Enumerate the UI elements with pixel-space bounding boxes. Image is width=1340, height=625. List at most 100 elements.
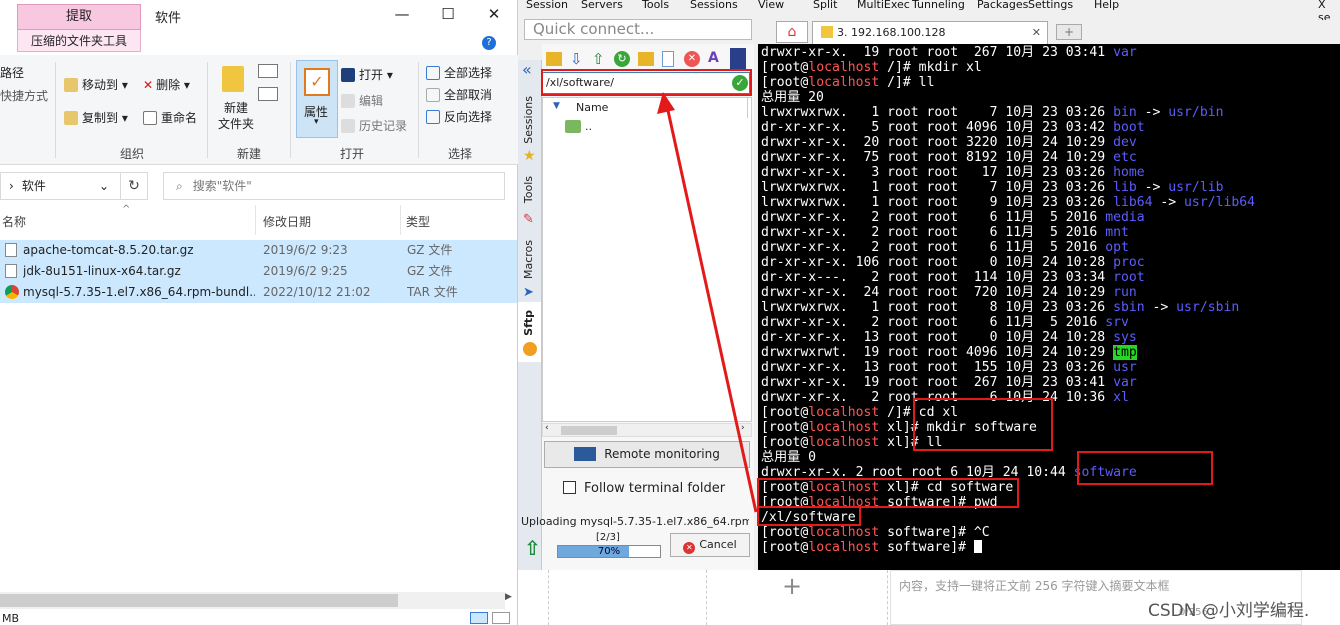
tab-sftp[interactable]: Sftp: [522, 310, 535, 336]
minimize-button[interactable]: —: [380, 2, 424, 26]
column-modified[interactable]: 修改日期: [263, 213, 311, 230]
rename-sftp-icon[interactable]: A: [708, 50, 719, 66]
file-row[interactable]: apache-tomcat-8.5.20.tar.gz 2019/6/2 9:23…: [0, 240, 517, 261]
home-tab[interactable]: ⌂: [776, 21, 808, 43]
terminal-text: lib64: [1113, 195, 1153, 210]
menu-tunneling[interactable]: Tunneling: [912, 0, 965, 11]
new-file-icon[interactable]: [662, 51, 674, 67]
cancel-upload-button[interactable]: ✕ Cancel: [670, 533, 750, 557]
refresh-button[interactable]: ↻: [120, 172, 148, 200]
sftp-column-name[interactable]: Name: [576, 101, 608, 114]
chevron-down-icon[interactable]: ⌄: [99, 173, 109, 199]
delete-button[interactable]: ✕ 删除 ▾: [143, 76, 190, 93]
menu-split[interactable]: Split: [813, 0, 837, 11]
menu-packages[interactable]: Packages: [977, 0, 1028, 11]
rename-button[interactable]: 重命名: [143, 109, 197, 126]
menu-tools[interactable]: Tools: [642, 0, 669, 11]
scroll-left-icon[interactable]: ‹: [545, 423, 549, 433]
new-item-icon[interactable]: [258, 64, 278, 78]
archive-file-icon: [5, 264, 17, 278]
ssh-icon: [821, 26, 833, 38]
menu-servers[interactable]: Servers: [581, 0, 623, 11]
sftp-scroll-thumb[interactable]: [561, 426, 617, 435]
easy-access-icon[interactable]: [258, 87, 278, 101]
summary-hint: 内容，支持一键将正文前 256 字符键入摘要文本框: [899, 579, 1170, 593]
menu-session[interactable]: Session: [526, 0, 568, 11]
delete-icon: ✕: [143, 78, 154, 92]
terminal-text: [root@: [761, 405, 809, 420]
select-all-button[interactable]: 全部选择: [426, 64, 492, 81]
add-image-box[interactable]: +: [706, 570, 888, 625]
move-to-button[interactable]: 移动到 ▾: [64, 76, 128, 93]
tab-extract[interactable]: 提取: [17, 4, 141, 30]
details-view-icon[interactable]: [470, 612, 488, 624]
maximize-button[interactable]: ☐: [426, 2, 470, 26]
file-row[interactable]: mysql-5.7.35-1.el7.x86_64.rpm-bundl... 20…: [0, 282, 517, 303]
edit-button[interactable]: 编辑: [341, 92, 383, 109]
history-button[interactable]: 历史记录: [341, 117, 407, 134]
remote-monitoring-button[interactable]: Remote monitoring: [544, 441, 750, 468]
parent-dir-entry[interactable]: ..: [585, 120, 592, 133]
new-tab-button[interactable]: +: [1056, 24, 1082, 40]
window-title: 软件: [155, 11, 182, 26]
highlight-box-software: [1077, 451, 1213, 485]
parent-folder-icon[interactable]: [546, 52, 562, 66]
cancel-label: Cancel: [699, 538, 737, 551]
select-none-label: 全部取消: [444, 88, 493, 102]
progress-label: 70%: [597, 546, 621, 557]
scrollbar-thumb[interactable]: [0, 594, 398, 607]
help-icon[interactable]: ?: [482, 36, 496, 50]
new-folder-button[interactable]: 新建 文件夹: [218, 100, 254, 132]
ribbon-path[interactable]: 路径: [0, 64, 24, 81]
download-icon[interactable]: ⇩: [570, 50, 583, 68]
delete-sftp-icon[interactable]: ✕: [684, 51, 700, 67]
copy-to-button[interactable]: 复制到 ▾: [64, 109, 128, 126]
terminal-line: [root@localhost software]#: [761, 540, 982, 555]
terminal-text: tmp: [1113, 345, 1137, 360]
new-folder-sftp-icon[interactable]: [638, 52, 654, 66]
collapse-icon[interactable]: «: [522, 60, 532, 79]
tiles-view-icon[interactable]: [492, 612, 510, 624]
open-icon: [341, 68, 355, 82]
search-input[interactable]: ⌕ 搜索"软件": [163, 172, 505, 200]
sftp-file-list: ▼ Name ..: [542, 97, 752, 422]
scroll-right-icon[interactable]: ▶: [505, 592, 512, 602]
checkbox-icon[interactable]: [563, 481, 576, 494]
close-tab-icon[interactable]: ✕: [1032, 22, 1041, 43]
menu-help[interactable]: Help: [1094, 0, 1119, 11]
properties-button[interactable]: ✓ 属性 ▾: [296, 60, 338, 138]
session-tab[interactable]: 3. 192.168.100.128 ✕: [812, 21, 1048, 44]
terminal-text: etc: [1113, 150, 1137, 165]
refresh-sftp-icon[interactable]: ↻: [614, 51, 630, 67]
terminal-line: lrwxrwxrwx. 1 root root 7 10月 23 03:26 b…: [761, 105, 1223, 120]
terminal-text: home: [1113, 165, 1145, 180]
tab-sessions[interactable]: Sessions: [522, 96, 535, 144]
tab-macros[interactable]: Macros: [522, 240, 535, 279]
select-none-button[interactable]: 全部取消: [426, 86, 492, 103]
menu-settings[interactable]: Settings: [1028, 0, 1073, 11]
menu-multiexec[interactable]: MultiExec: [857, 0, 910, 11]
column-name[interactable]: 名称: [2, 213, 26, 230]
invert-selection-button[interactable]: 反向选择: [426, 108, 492, 125]
follow-terminal-checkbox[interactable]: Follow terminal folder: [563, 481, 725, 496]
settings-sftp-icon[interactable]: [730, 48, 746, 70]
highlight-box-path: [541, 69, 752, 96]
scroll-right-icon[interactable]: ›: [741, 423, 745, 433]
upload-icon[interactable]: ⇧: [592, 50, 605, 68]
open-button[interactable]: 打开 ▾: [341, 66, 393, 83]
highlight-box-cd: [757, 478, 1019, 508]
file-row[interactable]: jdk-8u151-linux-x64.tar.gz 2019/6/2 9:25 G…: [0, 261, 517, 282]
tab-tools[interactable]: Tools: [522, 176, 535, 203]
sftp-hscrollbar[interactable]: ‹ ›: [542, 423, 752, 437]
menu-view[interactable]: View: [758, 0, 784, 11]
quick-connect-input[interactable]: Quick connect...: [524, 19, 752, 40]
terminal-text: [root@: [761, 540, 809, 555]
close-button[interactable]: ✕: [472, 2, 516, 26]
terminal-line: drwxr-xr-x. 19 root root 267 10月 23 03:4…: [761, 375, 1137, 390]
terminal-text: dr-xr-x---. 2 root root 114 10月 23 03:34: [761, 270, 1114, 285]
chrome-file-icon: [5, 285, 19, 299]
ribbon-shortcut[interactable]: 快捷方式: [0, 87, 48, 104]
file-name: jdk-8u151-linux-x64.tar.gz: [23, 264, 181, 278]
column-type[interactable]: 类型: [406, 213, 430, 230]
menu-sessions[interactable]: Sessions: [690, 0, 738, 11]
